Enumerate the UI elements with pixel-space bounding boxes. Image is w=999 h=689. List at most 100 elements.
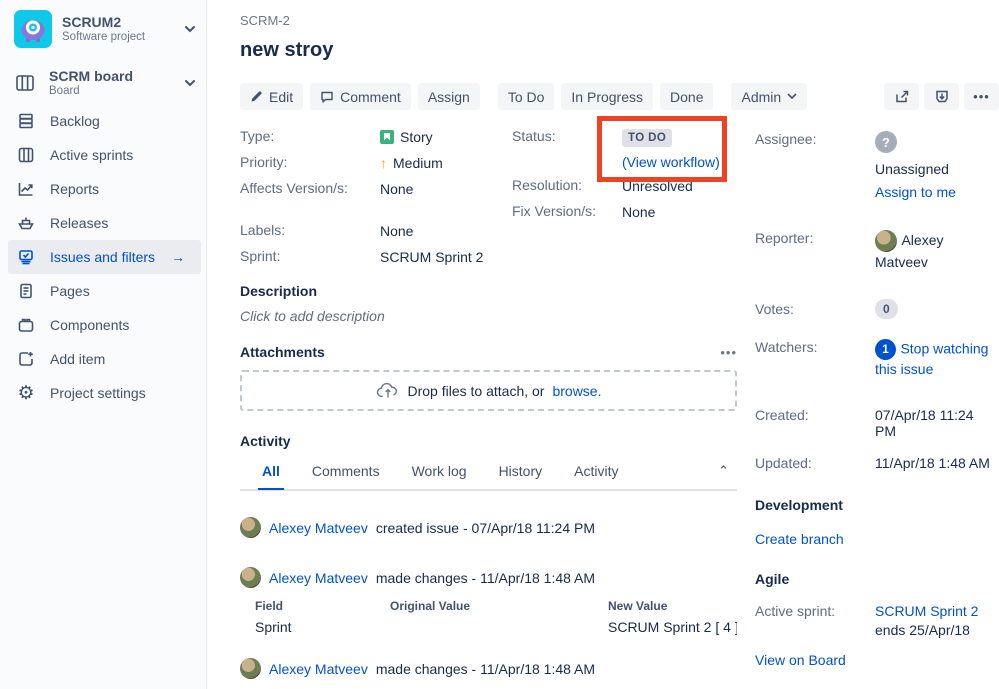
type-text: Story (400, 128, 433, 145)
fix-version-value[interactable]: None (622, 203, 655, 220)
assign-label: Assign (427, 88, 470, 105)
watchers-label: Watchers: (755, 339, 818, 355)
chevron-down-icon (787, 93, 797, 100)
entry-action: made changes - 11/Apr/18 1:48 AM (375, 660, 596, 677)
activity-entry: Alexey Matveev made changes - 11/Apr/18 … (240, 567, 737, 588)
sidebar-item-issues-and-filters[interactable]: Issues and filters → (8, 240, 201, 274)
comment-button[interactable]: Comment (310, 83, 411, 110)
pencil-icon (251, 91, 262, 102)
project-type: Software project (62, 31, 146, 43)
changed-field: Sprint (255, 619, 292, 635)
user-avatar[interactable] (240, 567, 261, 588)
project-avatar (14, 10, 52, 48)
tab-all[interactable]: All (258, 463, 284, 490)
created-label: Created: (755, 407, 809, 423)
export-button[interactable] (924, 83, 959, 110)
tab-history[interactable]: History (495, 463, 547, 488)
reporter-avatar[interactable] (875, 230, 897, 252)
fix-version-label: Fix Version/s: (512, 203, 597, 219)
chevron-down-icon[interactable] (184, 25, 196, 33)
priority-medium-icon: ↑ (380, 154, 387, 171)
sidebar-item-backlog[interactable]: Backlog (0, 104, 207, 138)
assignee-row: Assignee: ? Unassigned Assign to me (755, 131, 995, 200)
assign-button[interactable]: Assign (417, 83, 480, 110)
todo-transition-button[interactable]: To Do (497, 83, 555, 110)
share-button[interactable] (884, 83, 919, 110)
unassigned-avatar-icon[interactable]: ? (875, 131, 897, 153)
agile-heading: Agile (755, 571, 790, 587)
sidebar-item-pages[interactable]: Pages (0, 274, 207, 308)
affects-version-value[interactable]: None (380, 180, 413, 197)
board-switcher[interactable]: SCRM board Board (14, 68, 196, 98)
edit-button[interactable]: Edit (240, 83, 304, 110)
cloud-upload-icon (376, 382, 397, 398)
activity-heading: Activity (240, 433, 291, 449)
priority-row: Priority: ↑ Medium (240, 154, 512, 171)
assignee-value: ? Unassigned Assign to me (875, 131, 956, 200)
sidebar-item-project-settings[interactable]: ⚙ Project settings (0, 376, 207, 410)
view-on-board-link[interactable]: View on Board (755, 652, 995, 668)
resolution-label: Resolution: (512, 177, 583, 193)
in-progress-transition-button[interactable]: In Progress (561, 83, 654, 110)
affects-version-label: Affects Version/s: (240, 180, 348, 196)
assign-to-me-link[interactable]: Assign to me (875, 184, 956, 200)
board-name: SCRM board (49, 68, 133, 84)
assignee-label: Assignee: (755, 131, 817, 147)
status-badge[interactable]: TO DO (622, 129, 673, 147)
type-value[interactable]: Story (380, 128, 433, 145)
votes-count-badge[interactable]: 0 (875, 299, 898, 319)
components-icon (15, 315, 37, 335)
sidebar-item-active-sprints[interactable]: Active sprints (0, 138, 207, 172)
project-name: SCRUM2 (62, 14, 122, 30)
attachments-more-button[interactable]: ••• (720, 345, 737, 360)
updated-row: Updated: 11/Apr/18 1:48 AM (755, 455, 995, 471)
user-link[interactable]: Alexey Matveev (269, 520, 368, 536)
todo-label: To Do (507, 88, 545, 105)
tab-activity[interactable]: Activity (570, 463, 622, 488)
activity-tabs: All Comments Work log History Activity ⌃ (240, 461, 737, 491)
priority-text: Medium (393, 154, 443, 171)
attachment-dropzone[interactable]: Drop files to attach, or browse. (240, 370, 737, 411)
done-transition-button[interactable]: Done (660, 83, 714, 110)
description-placeholder[interactable]: Click to add description (240, 308, 737, 324)
watchers-count-badge[interactable]: 1 (875, 339, 896, 360)
more-actions-button[interactable]: ••• (964, 83, 999, 110)
in-progress-label: In Progress (571, 88, 644, 105)
user-link[interactable]: Alexey Matveev (269, 570, 368, 586)
export-download-icon (935, 90, 948, 103)
chevron-down-icon[interactable] (184, 79, 196, 87)
tab-work-log[interactable]: Work log (408, 463, 471, 488)
sidebar-item-add-item[interactable]: Add item (0, 342, 207, 376)
admin-dropdown-button[interactable]: Admin (731, 83, 808, 110)
sprint-label: Sprint: (240, 248, 281, 264)
issue-title[interactable]: new stroy (240, 39, 333, 62)
updated-label: Updated: (755, 455, 812, 471)
project-switcher[interactable]: SCRUM2 Software project (14, 10, 196, 48)
tab-comments[interactable]: Comments (308, 463, 384, 488)
reports-icon (15, 179, 37, 199)
breadcrumb[interactable]: SCRM-2 (240, 13, 290, 28)
user-avatar[interactable] (240, 658, 261, 679)
sprint-row: Sprint: SCRUM Sprint 2 (240, 248, 512, 265)
browse-link[interactable]: browse. (552, 383, 601, 399)
votes-label: Votes: (755, 301, 794, 317)
type-label: Type: (240, 128, 275, 144)
comment-bubble-icon (321, 91, 333, 103)
collapse-chevron-icon[interactable]: ⌃ (718, 463, 729, 479)
attachments-module: Attachments ••• Drop files to attach, or… (240, 344, 737, 411)
sprint-value[interactable]: SCRUM Sprint 2 (380, 248, 483, 265)
sidebar-item-releases[interactable]: Releases (0, 206, 207, 240)
releases-icon (15, 213, 37, 233)
user-avatar[interactable] (240, 517, 261, 538)
sprint-link[interactable]: SCRUM Sprint 2 (875, 603, 978, 619)
create-branch-link[interactable]: Create branch (755, 531, 995, 547)
field-column-header: Field (255, 599, 284, 613)
activity-entry: Alexey Matveev created issue - 07/Apr/18… (240, 517, 737, 538)
labels-value[interactable]: None (380, 222, 413, 239)
ellipsis-icon: ••• (973, 89, 990, 104)
user-link[interactable]: Alexey Matveev (269, 661, 368, 677)
sidebar-item-reports[interactable]: Reports (0, 172, 207, 206)
priority-value[interactable]: ↑ Medium (380, 154, 443, 171)
view-workflow-link[interactable]: (View workflow) (622, 154, 720, 170)
sidebar-item-components[interactable]: Components (0, 308, 207, 342)
